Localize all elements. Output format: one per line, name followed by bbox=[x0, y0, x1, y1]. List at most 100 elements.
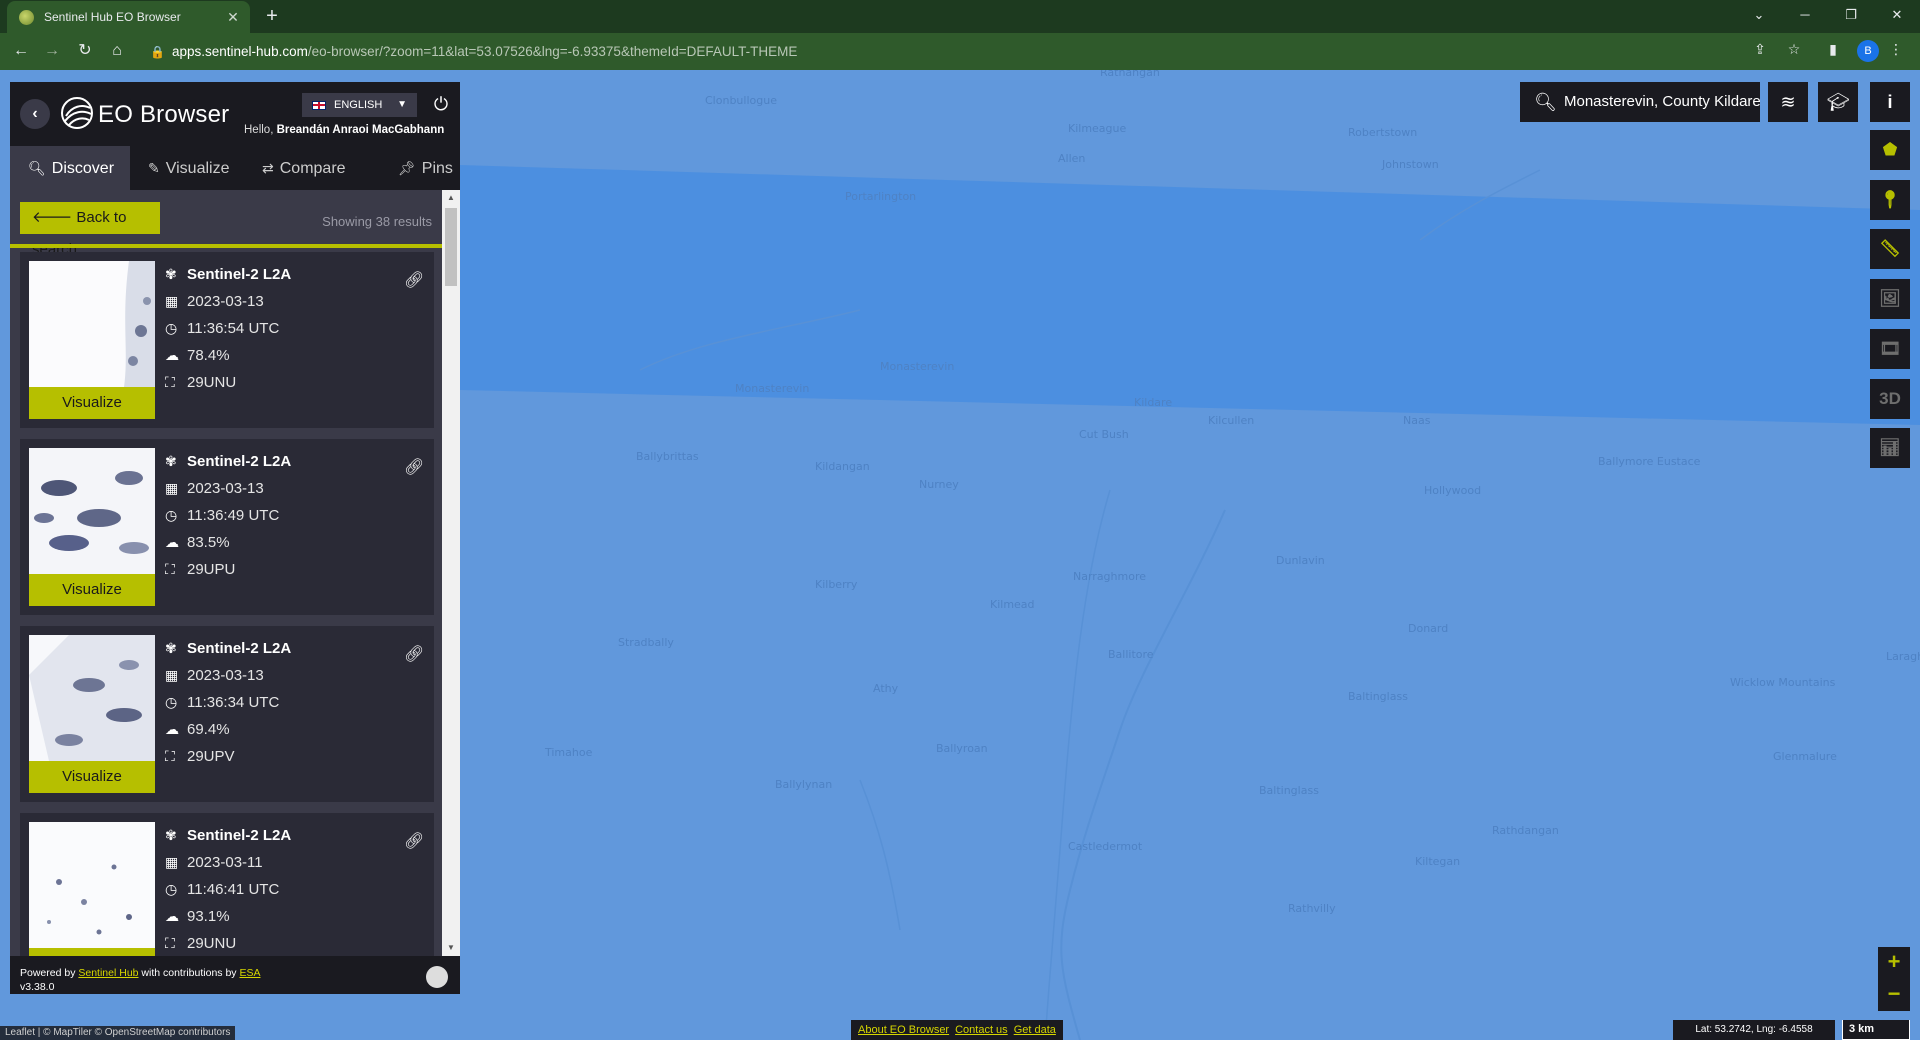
result-tile: ⛶ 29UNU bbox=[165, 935, 236, 952]
map-icon: ⛶ bbox=[165, 935, 175, 951]
statistics-chart-icon[interactable]: 📊︎ bbox=[1870, 428, 1910, 468]
minimize-button[interactable]: ─ bbox=[1782, 0, 1828, 33]
info-icon[interactable]: i bbox=[1870, 82, 1910, 122]
link-icon[interactable]: 🔗︎ bbox=[404, 831, 424, 851]
education-mortarboard-icon[interactable]: 🎓︎ bbox=[1818, 82, 1858, 122]
about-link[interactable]: About EO Browser bbox=[858, 1024, 949, 1036]
map-attribution[interactable]: Leaflet | © MapTiler © OpenStreetMap con… bbox=[0, 1026, 236, 1040]
esa-link[interactable]: ESA bbox=[239, 967, 260, 979]
map-label: Baltinglass bbox=[1259, 784, 1319, 797]
map-label: Nurney bbox=[919, 478, 959, 491]
side-panel-icon[interactable]: ▮ bbox=[1823, 41, 1843, 58]
draw-polygon-icon[interactable]: ⬟ bbox=[1870, 130, 1910, 170]
map-label: Ballybrittas bbox=[636, 450, 699, 463]
scroll-up-icon[interactable]: ▲ bbox=[442, 190, 460, 206]
get-data-link[interactable]: Get data bbox=[1014, 1024, 1056, 1036]
share-icon[interactable]: ⇪ bbox=[1750, 41, 1770, 58]
map-label: Narraghmore bbox=[1073, 570, 1147, 583]
browser-menu-icon[interactable]: ⋮ bbox=[1886, 41, 1906, 58]
language-dropdown[interactable]: ENGLISH ▼ bbox=[302, 93, 417, 117]
cloud-icon: ☁ bbox=[165, 534, 179, 550]
cloud-text: 78.4% bbox=[187, 347, 230, 364]
map-label: Ballitore bbox=[1108, 648, 1154, 661]
link-icon[interactable]: 🔗︎ bbox=[404, 644, 424, 664]
visualize-button[interactable]: Visualize bbox=[29, 948, 155, 956]
result-thumbnail[interactable] bbox=[29, 261, 155, 387]
clock-icon: ◷ bbox=[165, 320, 178, 336]
map-label: Portarlington bbox=[845, 190, 917, 203]
collapse-panel-button[interactable]: ‹ bbox=[20, 99, 50, 129]
result-thumbnail[interactable] bbox=[29, 448, 155, 574]
river bbox=[1060, 509, 1226, 1040]
close-window-button[interactable]: ✕ bbox=[1874, 0, 1920, 33]
result-date: ▦ 2023-03-13 bbox=[165, 480, 264, 497]
measure-ruler-icon[interactable]: 📏︎ bbox=[1870, 229, 1910, 269]
scroll-down-icon[interactable]: ▼ bbox=[442, 940, 460, 956]
dataset-text: Sentinel-2 L2A bbox=[187, 453, 292, 470]
reload-icon[interactable]: ↻ bbox=[73, 39, 97, 63]
logout-power-icon[interactable]: ⏻ bbox=[430, 93, 452, 115]
sentinel-hub-link[interactable]: Sentinel Hub bbox=[78, 967, 138, 979]
search-icon: 🔍︎ bbox=[1534, 92, 1557, 112]
close-tab-icon[interactable]: ✕ bbox=[222, 9, 244, 26]
profile-avatar[interactable]: B bbox=[1857, 40, 1879, 62]
zoom-out-button[interactable]: − bbox=[1878, 979, 1910, 1011]
map-label: Timahoe bbox=[545, 746, 593, 759]
map-label: Rathvilly bbox=[1288, 902, 1336, 915]
restore-button[interactable]: ❐ bbox=[1828, 0, 1874, 33]
url-field[interactable]: 🔒 apps.sentinel-hub.com/eo-browser/?zoom… bbox=[140, 38, 1750, 66]
tab-search-icon[interactable]: ⌄ bbox=[1736, 0, 1782, 33]
result-date: ▦ 2023-03-13 bbox=[165, 293, 264, 310]
zoom-in-button[interactable]: + bbox=[1878, 947, 1910, 979]
lock-icon: 🔒 bbox=[150, 45, 165, 59]
result-thumbnail[interactable] bbox=[29, 635, 155, 761]
calendar-icon: ▦ bbox=[165, 480, 179, 496]
map-label: Athy bbox=[873, 682, 899, 695]
location-search-input[interactable]: 🔍︎ Monasterevin, County Kildare bbox=[1520, 82, 1760, 122]
result-dataset: ✾ Sentinel-2 L2A bbox=[165, 266, 291, 283]
forward-icon[interactable]: → bbox=[40, 39, 64, 63]
tab-discover[interactable]: 🔍︎ Discover bbox=[10, 146, 130, 190]
link-icon[interactable]: 🔗︎ bbox=[404, 270, 424, 290]
date-text: 2023-03-13 bbox=[187, 667, 264, 684]
image-download-icon[interactable]: 🖼︎ bbox=[1870, 279, 1910, 319]
map-label: Monasterevin bbox=[735, 382, 810, 395]
result-thumbnail[interactable] bbox=[29, 822, 155, 948]
tab-compare[interactable]: ⇄ Compare bbox=[244, 146, 364, 190]
visualize-button[interactable]: Visualize bbox=[29, 574, 155, 606]
pin-icon: 📌︎ bbox=[398, 160, 416, 176]
result-tile: ⛶ 29UNU bbox=[165, 374, 236, 391]
timelapse-film-icon[interactable]: 🎞︎ bbox=[1870, 329, 1910, 369]
visualize-button[interactable]: Visualize bbox=[29, 761, 155, 793]
search-icon: 🔍︎ bbox=[28, 160, 46, 176]
visualize-button[interactable]: Visualize bbox=[29, 387, 155, 419]
scroll-thumb[interactable] bbox=[445, 208, 457, 286]
layers-icon[interactable]: ≋ bbox=[1768, 82, 1808, 122]
tab-visualize[interactable]: ✎ Visualize bbox=[130, 146, 244, 190]
url-host: apps.sentinel-hub.com bbox=[172, 44, 308, 59]
contact-link[interactable]: Contact us bbox=[955, 1024, 1008, 1036]
back-icon[interactable]: ← bbox=[9, 39, 33, 63]
map-label: Allen bbox=[1058, 152, 1086, 165]
back-to-search-button[interactable]: 🡐 Back to search bbox=[20, 202, 160, 258]
place-marker-icon[interactable]: 📍︎ bbox=[1870, 180, 1910, 220]
uk-flag-icon bbox=[312, 100, 326, 110]
results-list[interactable]: 🡐 Back to search Showing 38 results Visu… bbox=[10, 190, 460, 956]
results-divider bbox=[10, 244, 442, 248]
result-card: Visualize ✾ Sentinel-2 L2A ▦ 2023-03-13 ◷ 1… bbox=[20, 439, 434, 615]
results-scrollbar[interactable]: ▲ ▼ bbox=[442, 190, 460, 956]
new-tab-button[interactable]: + bbox=[260, 4, 284, 28]
bookmark-star-icon[interactable]: ☆ bbox=[1784, 41, 1804, 58]
tile-text: 29UPV bbox=[187, 748, 235, 765]
tab-pins[interactable]: 📌︎ Pins bbox=[380, 146, 460, 190]
cloud-text: 69.4% bbox=[187, 721, 230, 738]
map-label: Monasterevin bbox=[880, 360, 955, 373]
home-icon[interactable]: ⌂ bbox=[105, 39, 129, 63]
panel-header: ‹ EO Browser ENGLISH ▼ ⏻ Hello, Breandán… bbox=[10, 82, 460, 146]
result-dataset: ✾ Sentinel-2 L2A bbox=[165, 453, 291, 470]
link-icon[interactable]: 🔗︎ bbox=[404, 457, 424, 477]
location-search-value: Monasterevin, County Kildare bbox=[1564, 93, 1760, 110]
3d-view-icon[interactable]: 3D bbox=[1870, 379, 1910, 419]
cloud-icon: ☁ bbox=[165, 721, 179, 737]
browser-tab[interactable]: Sentinel Hub EO Browser ✕ bbox=[7, 1, 250, 33]
